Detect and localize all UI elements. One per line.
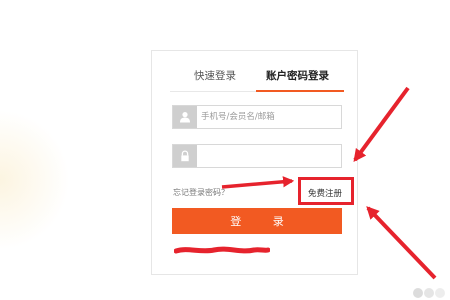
password-input[interactable] [201,147,336,165]
username-field[interactable] [172,105,342,129]
login-button[interactable]: 登 录 [172,208,342,234]
forgot-password-link[interactable]: 忘记登录密码？ [173,187,229,198]
login-panel: 快速登录 账户密码登录 忘记登录密码？ 免费注册 登 录 [151,50,358,275]
lock-icon [173,145,197,167]
tab-account-login[interactable]: 账户密码登录 [266,68,329,83]
password-field[interactable] [172,144,342,168]
watermark-logo [413,288,445,298]
redacted-scribble [174,246,270,254]
background-glow [0,110,70,250]
tab-quick-login[interactable]: 快速登录 [194,68,236,83]
user-icon [173,106,197,128]
arrow-pointer [366,206,437,280]
login-tabs: 快速登录 账户密码登录 [152,51,357,93]
register-highlight-box [298,177,354,205]
arrow-pointer [353,86,410,163]
username-input[interactable] [201,108,336,126]
active-tab-indicator [256,90,344,92]
